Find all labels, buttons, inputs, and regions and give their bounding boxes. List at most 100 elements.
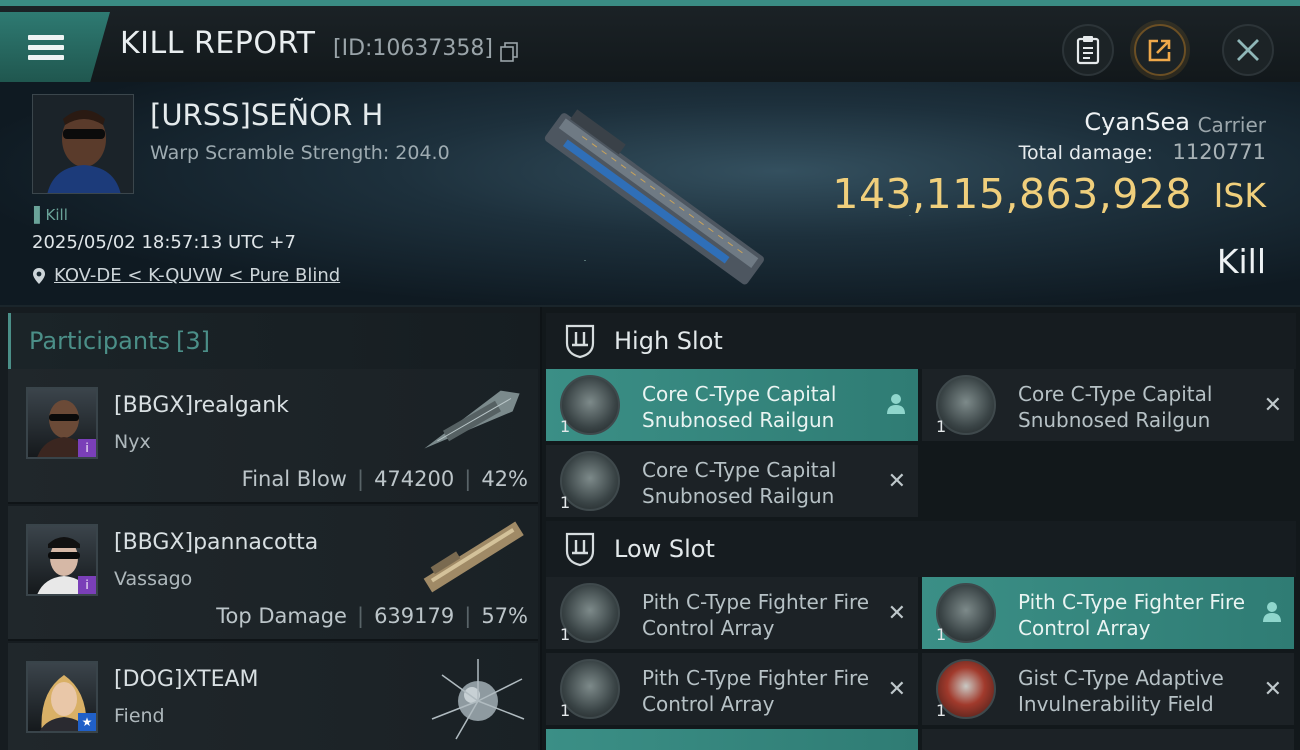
participant-row[interactable]: i [BBGX]realgank Nyx Final Blow | 474200…	[8, 369, 538, 504]
high-slot-header: High Slot	[546, 313, 1296, 369]
participant-row[interactable]: i [BBGX]pannacotta Vassago Top Damage | …	[8, 506, 538, 641]
low-slot-label: Low Slot	[614, 535, 715, 563]
victim-portrait[interactable]	[32, 94, 134, 194]
total-damage-label: Total damage:	[1018, 142, 1153, 164]
copy-icon[interactable]	[500, 42, 518, 62]
module-item[interactable]: 1 Pith C-Type Fighter Fire Control Array	[922, 577, 1294, 649]
page-title: KILL REPORT	[120, 26, 316, 61]
stat-divider: |	[356, 467, 365, 491]
menu-button[interactable]	[0, 12, 110, 82]
victim-hero: [URSS]SEÑOR H Warp Scramble Strength: 20…	[0, 82, 1300, 307]
high-slot-label: High Slot	[614, 327, 723, 355]
module-quantity: 1	[560, 417, 571, 436]
module-name: Core C-Type Capital Snubnosed Railgun	[1018, 382, 1213, 432]
participant-avatar[interactable]: i	[26, 524, 98, 596]
warp-scramble-text: Warp Scramble Strength: 204.0	[150, 142, 450, 164]
participant-percent: 57%	[481, 604, 528, 628]
x-icon: ✕	[887, 677, 906, 702]
close-icon	[1237, 39, 1259, 61]
fitting-panel: High Slot 1 Core C-Type Capital Snubnose…	[542, 307, 1300, 750]
module-quantity: 1	[560, 625, 571, 644]
module-item[interactable]: 1 Core C-Type Capital Snubnosed Railgun …	[922, 369, 1294, 441]
participant-badge: i	[78, 576, 96, 594]
participant-ship-image	[431, 659, 525, 740]
kill-tag: ▌Kill	[34, 206, 68, 224]
victim-name[interactable]: [URSS]SEÑOR H	[150, 98, 383, 132]
module-name: Core C-Type Capital Snubnosed Railgun	[642, 458, 837, 508]
module-item[interactable]: 1 Core C-Type Capital Snubnosed Railgun	[546, 369, 918, 441]
stat-divider: |	[464, 467, 472, 491]
participant-stats: Top Damage | 639179 | 57%	[216, 604, 528, 628]
participant-ship: Vassago	[114, 568, 193, 590]
participant-ship-image	[423, 521, 524, 593]
stat-divider: |	[356, 604, 365, 628]
module-quantity: 1	[560, 701, 571, 720]
module-name: Pith C-Type Fighter Fire Control Array	[642, 666, 870, 716]
module-quantity: 1	[560, 493, 571, 512]
x-icon: ✕	[1263, 393, 1282, 418]
isk-value: 143,115,863,928	[832, 170, 1192, 218]
participant-badge: i	[78, 439, 96, 457]
kill-datetime: 2025/05/02 18:57:13 UTC +7	[32, 232, 296, 253]
total-damage-value: 1120771	[1172, 140, 1266, 164]
low-slot-header: Low Slot	[546, 521, 1296, 577]
module-quantity: 1	[936, 701, 947, 720]
victim-ship-name[interactable]: CyanSea	[1084, 108, 1190, 136]
participant-name[interactable]: [BBGX]realgank	[114, 393, 289, 418]
participant-name[interactable]: [DOG]XTEAM	[114, 667, 259, 692]
participants-label: Participants	[29, 327, 170, 355]
location-link[interactable]: KOV-DE < K-QUVW < Pure Blind	[54, 265, 340, 286]
victim-ship-image	[544, 109, 764, 285]
victim-ship-class: Carrier	[1197, 113, 1266, 137]
participant-ship: Fiend	[114, 705, 165, 727]
module-name: Pith C-Type Fighter Fire Control Array	[1018, 590, 1246, 640]
module-item[interactable]: 1 Core C-Type Capital Snubnosed Railgun …	[546, 445, 918, 517]
report-id: [ID:10637358]	[333, 36, 493, 61]
share-button[interactable]	[1134, 24, 1186, 76]
x-icon: ✕	[1263, 677, 1282, 702]
top-bar: KILL REPORT [ID:10637358]	[0, 0, 1300, 82]
participant-percent: 42%	[481, 467, 528, 491]
module-item[interactable]	[546, 729, 918, 750]
location-pin-icon	[33, 267, 45, 284]
module-item[interactable]: 1 Gist C-Type Adaptive Invulnerability F…	[922, 653, 1294, 725]
participant-ship-image	[424, 390, 520, 449]
person-icon	[1263, 602, 1281, 622]
participant-avatar[interactable]: i	[26, 387, 98, 459]
x-icon: ✕	[887, 469, 906, 494]
participant-row[interactable]: ★ [DOG]XTEAM Fiend	[8, 643, 538, 750]
participants-header: Participants [3]	[8, 313, 538, 369]
person-icon	[887, 394, 905, 414]
participant-ship: Nyx	[114, 431, 151, 453]
clipboard-button[interactable]	[1062, 24, 1114, 76]
module-item[interactable]: 1 Pith C-Type Fighter Fire Control Array…	[546, 577, 918, 649]
share-icon	[1148, 39, 1171, 62]
hamburger-icon	[28, 30, 64, 65]
module-name: Core C-Type Capital Snubnosed Railgun	[642, 382, 837, 432]
participants-count: [3]	[175, 327, 210, 355]
module-name: Pith C-Type Fighter Fire Control Array	[642, 590, 870, 640]
participant-avatar[interactable]: ★	[26, 661, 98, 733]
module-quantity: 1	[936, 417, 947, 436]
result-label: Kill	[1216, 242, 1266, 281]
participant-name[interactable]: [BBGX]pannacotta	[114, 530, 318, 555]
participant-badge: ★	[78, 713, 96, 731]
high-slot-icon	[565, 324, 595, 359]
participant-damage: 639179	[374, 604, 455, 628]
x-icon: ✕	[887, 601, 906, 626]
module-name: Gist C-Type Adaptive Invulnerability Fie…	[1018, 666, 1224, 716]
module-quantity: 1	[936, 625, 947, 644]
location-row: KOV-DE < K-QUVW < Pure Blind	[32, 265, 340, 286]
participant-role: Final Blow	[241, 467, 347, 491]
clipboard-icon	[1076, 36, 1100, 65]
close-button[interactable]	[1222, 24, 1274, 76]
low-slot-icon	[565, 532, 595, 567]
stat-divider: |	[464, 604, 472, 628]
participants-panel: Participants [3] i [BBGX]realgank Nyx Fi…	[0, 307, 540, 750]
module-item[interactable]	[922, 729, 1294, 750]
participant-role: Top Damage	[216, 604, 347, 628]
participant-stats: Final Blow | 474200 | 42%	[242, 467, 528, 491]
module-item[interactable]: 1 Pith C-Type Fighter Fire Control Array…	[546, 653, 918, 725]
isk-unit: ISK	[1213, 176, 1266, 215]
participant-damage: 474200	[374, 467, 455, 491]
